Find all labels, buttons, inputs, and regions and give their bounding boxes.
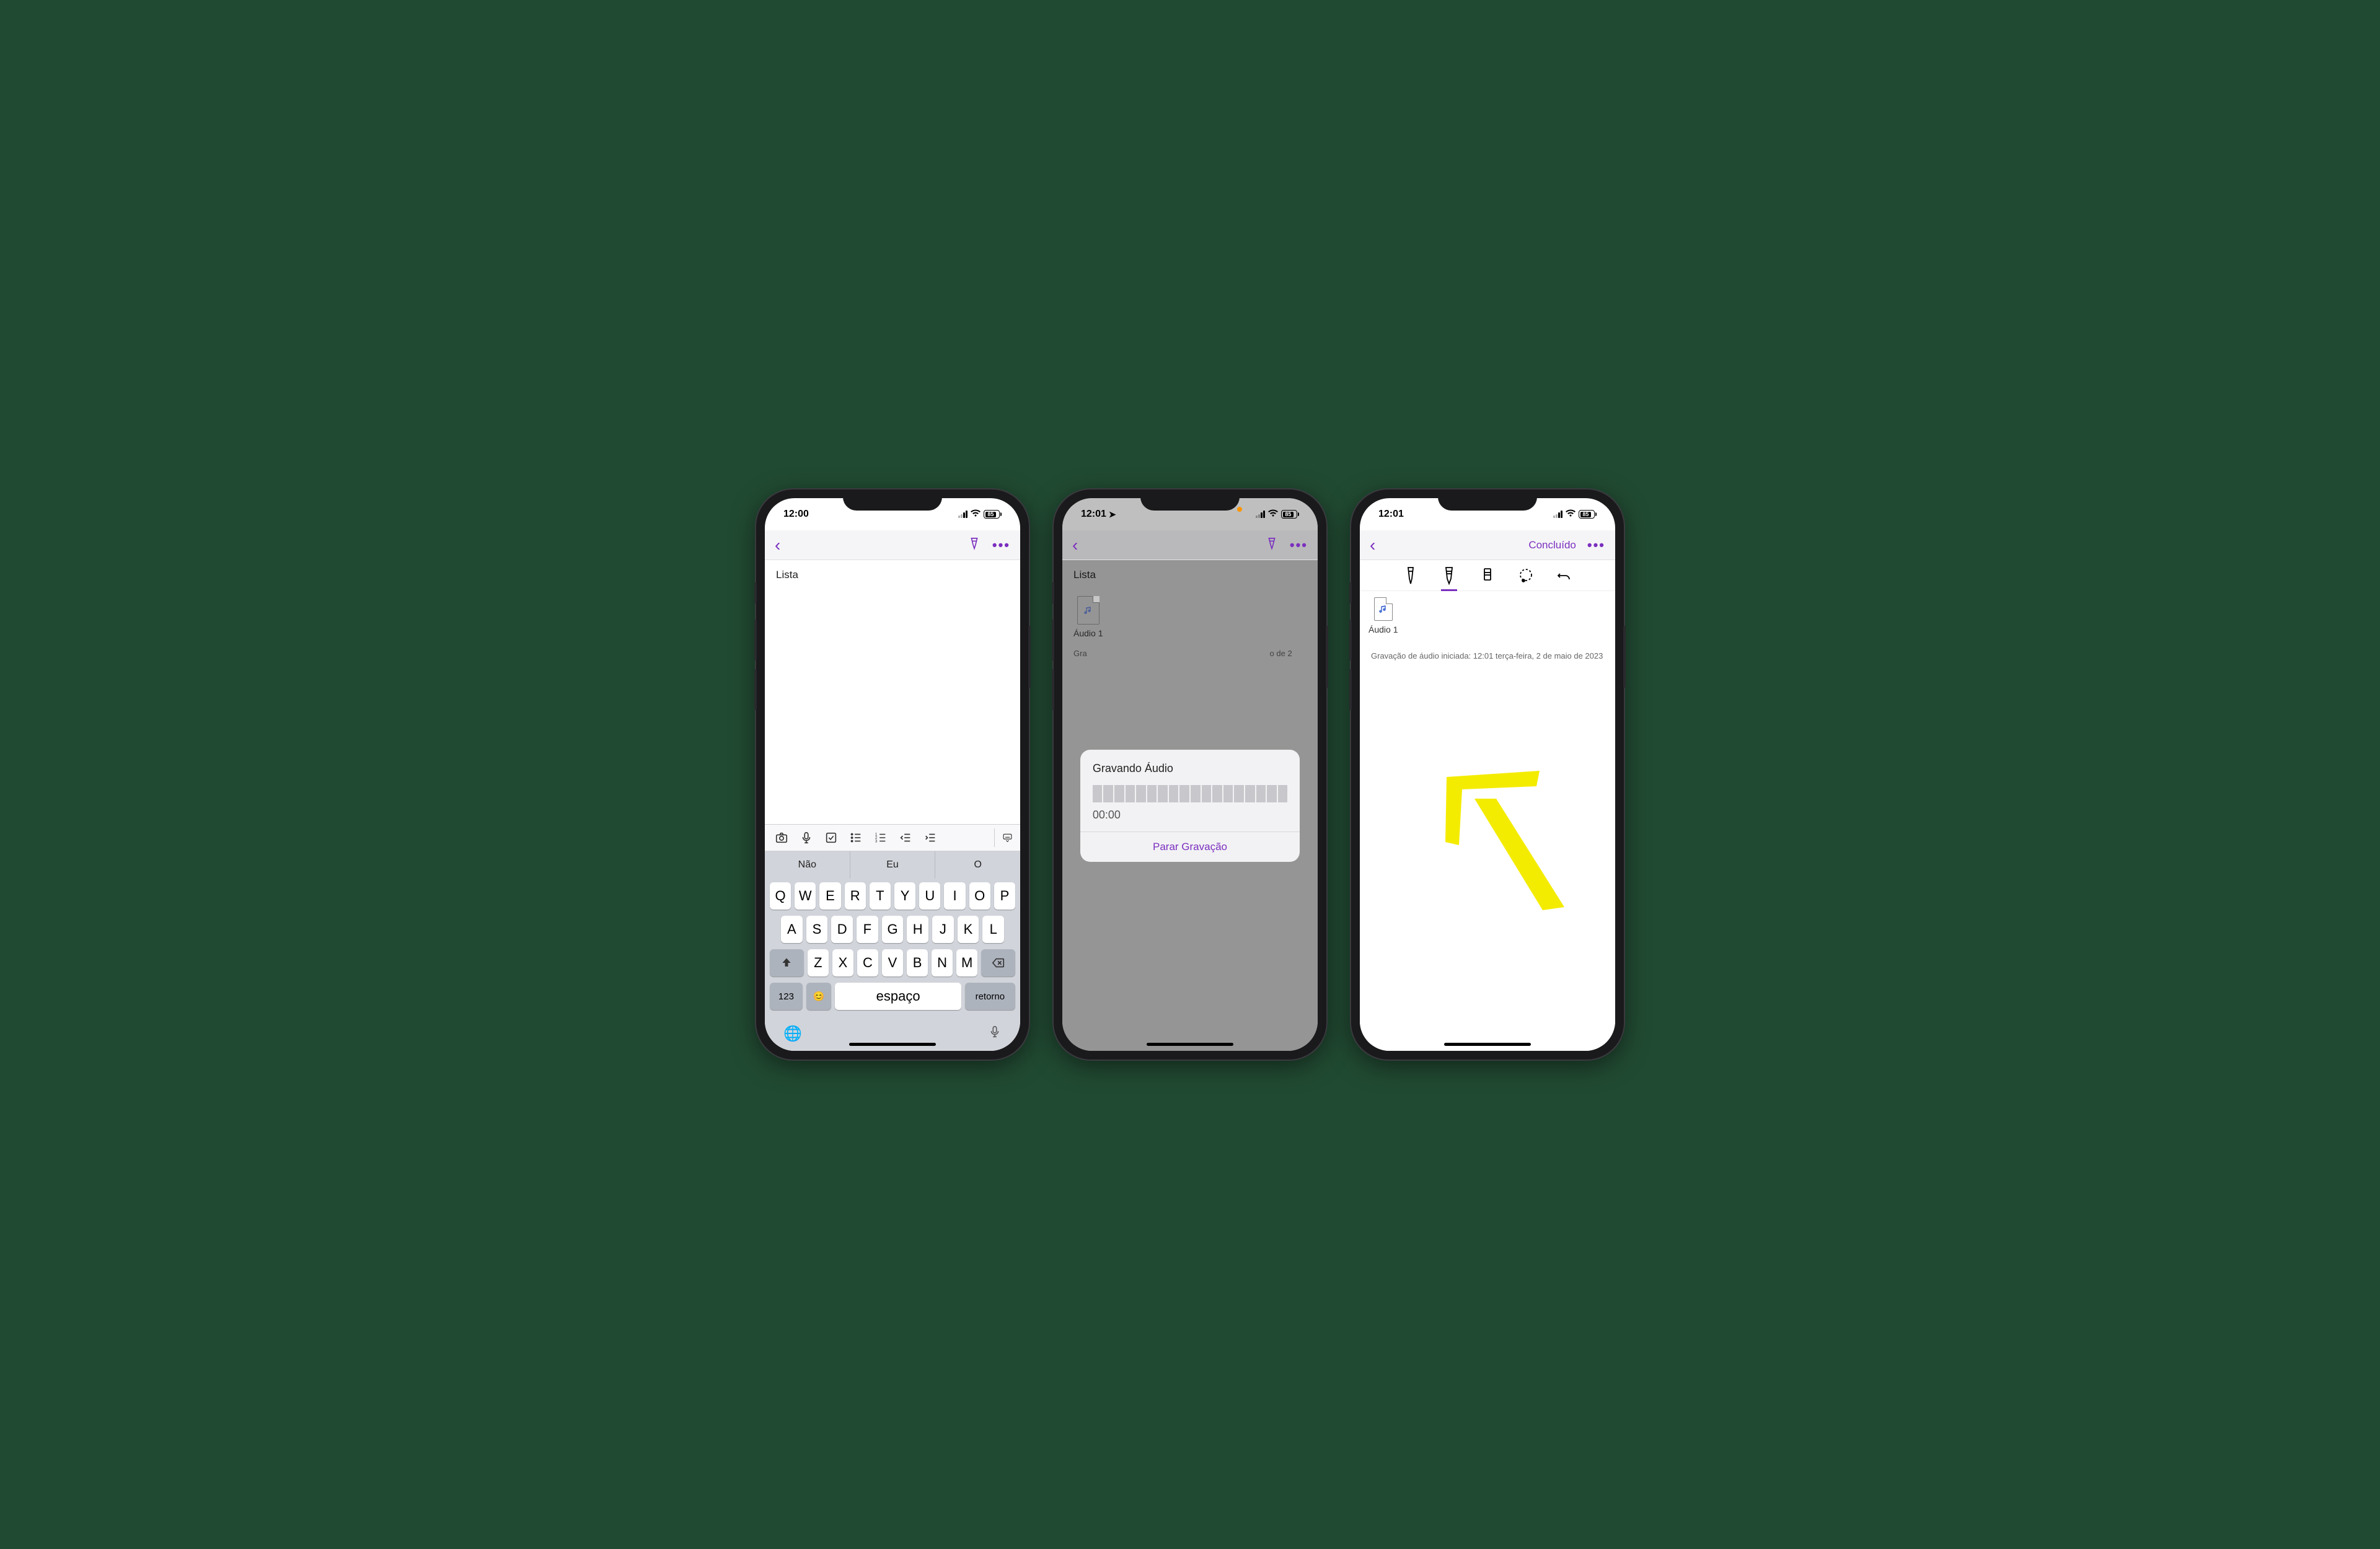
audio-attachment[interactable]: Áudio 1	[1368, 597, 1398, 634]
pen-icon[interactable]	[967, 537, 981, 554]
keyboard-toolbar: 123	[765, 824, 1020, 851]
audio-level-meter	[1093, 785, 1287, 802]
key-d[interactable]: D	[831, 916, 853, 943]
key-j[interactable]: J	[932, 916, 954, 943]
microphone-icon[interactable]	[797, 828, 816, 847]
more-button[interactable]: •••	[1290, 537, 1308, 553]
key-x[interactable]: X	[832, 949, 853, 976]
key-l[interactable]: L	[982, 916, 1004, 943]
back-button[interactable]: ‹	[775, 535, 780, 555]
audio-file-icon	[1374, 597, 1393, 621]
outdent-icon[interactable]	[896, 828, 915, 847]
highlighter-stroke	[1428, 765, 1589, 926]
modal-overlay: Gravando Áudio 00:00 Parar Gravação	[1062, 560, 1318, 1051]
nav-bar: ‹ Concluído •••	[1360, 530, 1615, 560]
location-icon: ➤	[1109, 509, 1116, 520]
battery-icon: 85	[1579, 510, 1597, 519]
wifi-icon	[970, 509, 981, 520]
undo-icon[interactable]	[1554, 564, 1574, 587]
more-button[interactable]: •••	[1587, 537, 1605, 553]
page-title[interactable]: Lista	[765, 560, 1020, 590]
key-p[interactable]: P	[994, 882, 1015, 910]
key-m[interactable]: M	[956, 949, 977, 976]
stop-recording-button[interactable]: Parar Gravação	[1080, 832, 1300, 862]
done-button[interactable]: Concluído	[1528, 539, 1576, 551]
key-h[interactable]: H	[907, 916, 928, 943]
svg-text:3: 3	[875, 839, 878, 843]
status-time: 12:00	[783, 509, 809, 520]
key-y[interactable]: Y	[894, 882, 915, 910]
keyboard: QWERTYUIOP ASDFGHJKL ZXCVBNM 123 😊 espaç…	[765, 879, 1020, 1020]
key-v[interactable]: V	[882, 949, 903, 976]
recording-modal: Gravando Áudio 00:00 Parar Gravação	[1080, 750, 1300, 862]
cellular-icon	[1256, 511, 1265, 518]
lasso-icon[interactable]	[1516, 564, 1536, 587]
home-indicator[interactable]	[1444, 1043, 1531, 1046]
eraser-icon[interactable]	[1478, 564, 1497, 587]
modal-title: Gravando Áudio	[1093, 762, 1287, 775]
cellular-icon	[958, 511, 967, 518]
pen-thin-icon[interactable]	[1401, 564, 1421, 587]
key-e[interactable]: E	[819, 882, 840, 910]
status-time: 12:01	[1378, 509, 1404, 520]
recording-timer: 00:00	[1093, 809, 1287, 822]
key-q[interactable]: Q	[770, 882, 791, 910]
dictation-icon[interactable]	[988, 1024, 1002, 1044]
dismiss-keyboard-icon[interactable]	[994, 828, 1013, 847]
camera-icon[interactable]	[772, 828, 791, 847]
battery-icon: 85	[984, 510, 1002, 519]
numbers-key[interactable]: 123	[770, 983, 803, 1010]
recording-note: Gravação de áudio iniciada: 12:01 terça-…	[1360, 641, 1615, 672]
key-f[interactable]: F	[857, 916, 878, 943]
wifi-icon	[1565, 509, 1576, 520]
checkbox-icon[interactable]	[822, 828, 840, 847]
key-b[interactable]: B	[907, 949, 928, 976]
phone-frame-2: 12:01➤ 85 ‹ ••• Lista Áudio 1 G	[1054, 489, 1326, 1060]
pen-icon[interactable]	[1265, 537, 1279, 554]
shift-key[interactable]	[770, 949, 804, 976]
home-indicator[interactable]	[849, 1043, 936, 1046]
phone-frame-1: 12:00 85 ‹ ••• Lista 123	[756, 489, 1029, 1060]
keyboard-suggestions: Não Eu O	[765, 851, 1020, 879]
key-z[interactable]: Z	[808, 949, 829, 976]
globe-icon[interactable]: 🌐	[783, 1025, 802, 1043]
back-button[interactable]: ‹	[1072, 535, 1078, 555]
bullet-list-icon[interactable]	[847, 828, 865, 847]
key-n[interactable]: N	[932, 949, 953, 976]
numbered-list-icon[interactable]: 123	[871, 828, 890, 847]
suggestion[interactable]: O	[935, 851, 1020, 879]
backspace-key[interactable]	[981, 949, 1015, 976]
wifi-icon	[1267, 509, 1279, 520]
key-c[interactable]: C	[857, 949, 878, 976]
battery-icon: 85	[1281, 510, 1299, 519]
suggestion[interactable]: Não	[765, 851, 850, 879]
return-key[interactable]: retorno	[965, 983, 1015, 1010]
audio-label: Áudio 1	[1368, 625, 1398, 634]
key-g[interactable]: G	[882, 916, 904, 943]
key-k[interactable]: K	[958, 916, 979, 943]
emoji-key[interactable]: 😊	[806, 983, 832, 1010]
key-o[interactable]: O	[969, 882, 990, 910]
nav-bar: ‹ •••	[765, 530, 1020, 560]
status-time: 12:01	[1081, 509, 1106, 520]
phone-frame-3: 12:01 85 ‹ Concluído •••	[1351, 489, 1624, 1060]
key-r[interactable]: R	[845, 882, 866, 910]
indent-icon[interactable]	[921, 828, 940, 847]
key-u[interactable]: U	[919, 882, 940, 910]
ink-toolbar	[1360, 560, 1615, 591]
highlighter-icon[interactable]	[1439, 564, 1459, 587]
recording-indicator-icon	[1237, 507, 1242, 512]
key-s[interactable]: S	[806, 916, 828, 943]
space-key[interactable]: espaço	[835, 983, 961, 1010]
key-i[interactable]: I	[944, 882, 965, 910]
home-indicator[interactable]	[1147, 1043, 1233, 1046]
more-button[interactable]: •••	[992, 537, 1010, 553]
nav-bar: ‹ •••	[1062, 530, 1318, 560]
key-a[interactable]: A	[781, 916, 803, 943]
back-button[interactable]: ‹	[1370, 535, 1375, 555]
key-w[interactable]: W	[795, 882, 816, 910]
cellular-icon	[1553, 511, 1562, 518]
suggestion[interactable]: Eu	[850, 851, 936, 879]
key-t[interactable]: T	[870, 882, 891, 910]
